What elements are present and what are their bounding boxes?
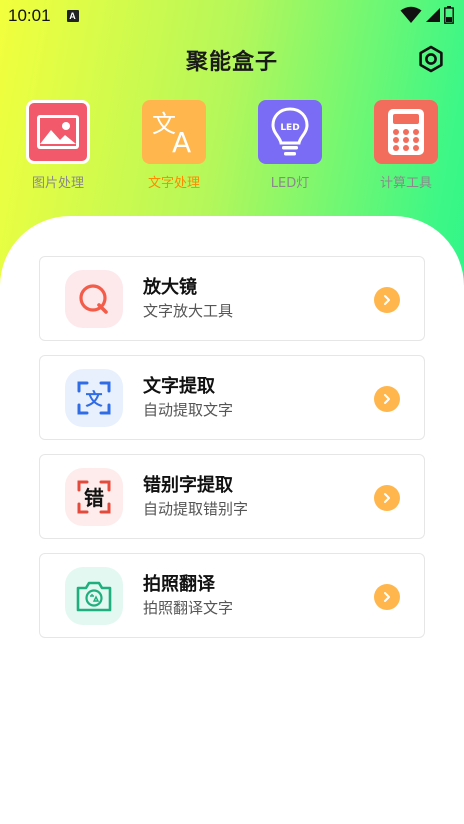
text-scan-icon: 文 bbox=[65, 368, 123, 427]
chevron-right-icon[interactable] bbox=[374, 386, 400, 412]
notification-icon: A bbox=[66, 10, 79, 22]
chevron-right-icon[interactable] bbox=[374, 584, 400, 610]
tool-label: LED灯 bbox=[270, 176, 310, 191]
tool-label: 图片处理 bbox=[31, 176, 84, 191]
menu-item-photo-translate[interactable]: 拍照翻译 拍照翻译文字 bbox=[39, 553, 425, 638]
led-bulb-icon: LED bbox=[258, 100, 322, 164]
status-time: 10:01 bbox=[8, 6, 51, 25]
menu-subtitle: 自动提取错别字 bbox=[143, 500, 249, 518]
tool-label: 计算工具 bbox=[379, 176, 432, 191]
page-title: 聚能盒子 bbox=[185, 50, 278, 75]
app-header: 聚能盒子 bbox=[0, 40, 464, 80]
magnifier-icon bbox=[65, 269, 123, 328]
tool-text-processing[interactable]: 文 A 文字处理 bbox=[129, 100, 219, 191]
settings-button[interactable] bbox=[416, 44, 446, 74]
scan-glyph: 文 bbox=[86, 389, 104, 410]
settings-icon bbox=[419, 45, 443, 73]
menu-subtitle: 文字放大工具 bbox=[143, 302, 234, 320]
menu-item-typo-extract[interactable]: 错 错别字提取 自动提取错别字 bbox=[39, 454, 425, 539]
menu-title: 拍照翻译 bbox=[143, 574, 215, 595]
calculator-icon bbox=[374, 100, 438, 164]
menu-subtitle: 自动提取文字 bbox=[143, 401, 234, 419]
battery-icon bbox=[444, 6, 454, 24]
tool-label: 文字处理 bbox=[147, 176, 200, 191]
led-icon-text: LED bbox=[280, 123, 299, 133]
tool-led-light[interactable]: LED LED灯 bbox=[245, 100, 335, 191]
status-icons bbox=[400, 6, 454, 24]
camera-translate-icon bbox=[65, 566, 123, 625]
menu-title: 错别字提取 bbox=[143, 475, 233, 496]
chevron-right-icon[interactable] bbox=[374, 485, 400, 511]
tools-row: 图片处理 文 A 文字处理 LED LED灯 计算工具 bbox=[0, 100, 464, 200]
tool-calculator[interactable]: 计算工具 bbox=[361, 100, 451, 191]
tool-image-processing[interactable]: 图片处理 bbox=[13, 100, 103, 191]
translate-icon: 文 A bbox=[142, 100, 206, 164]
menu-item-text-extract[interactable]: 文 文字提取 自动提取文字 bbox=[39, 355, 425, 440]
wifi-icon bbox=[400, 6, 422, 23]
menu-title: 放大镜 bbox=[143, 277, 197, 298]
scan-glyph: 错 bbox=[84, 486, 104, 510]
menu-title: 文字提取 bbox=[143, 376, 215, 397]
svg-text:A: A bbox=[172, 126, 191, 158]
signal-icon bbox=[426, 8, 440, 22]
menu-item-magnifier[interactable]: 放大镜 文字放大工具 bbox=[39, 256, 425, 341]
status-bar: 10:01 A bbox=[0, 0, 464, 32]
feature-list: 放大镜 文字放大工具 文 文字提取 自动提取文字 错 错别字提取 自动提取错别字… bbox=[39, 256, 425, 652]
typo-scan-icon: 错 bbox=[65, 467, 123, 526]
menu-subtitle: 拍照翻译文字 bbox=[143, 599, 234, 617]
image-icon bbox=[26, 100, 90, 164]
chevron-right-icon[interactable] bbox=[374, 287, 400, 313]
